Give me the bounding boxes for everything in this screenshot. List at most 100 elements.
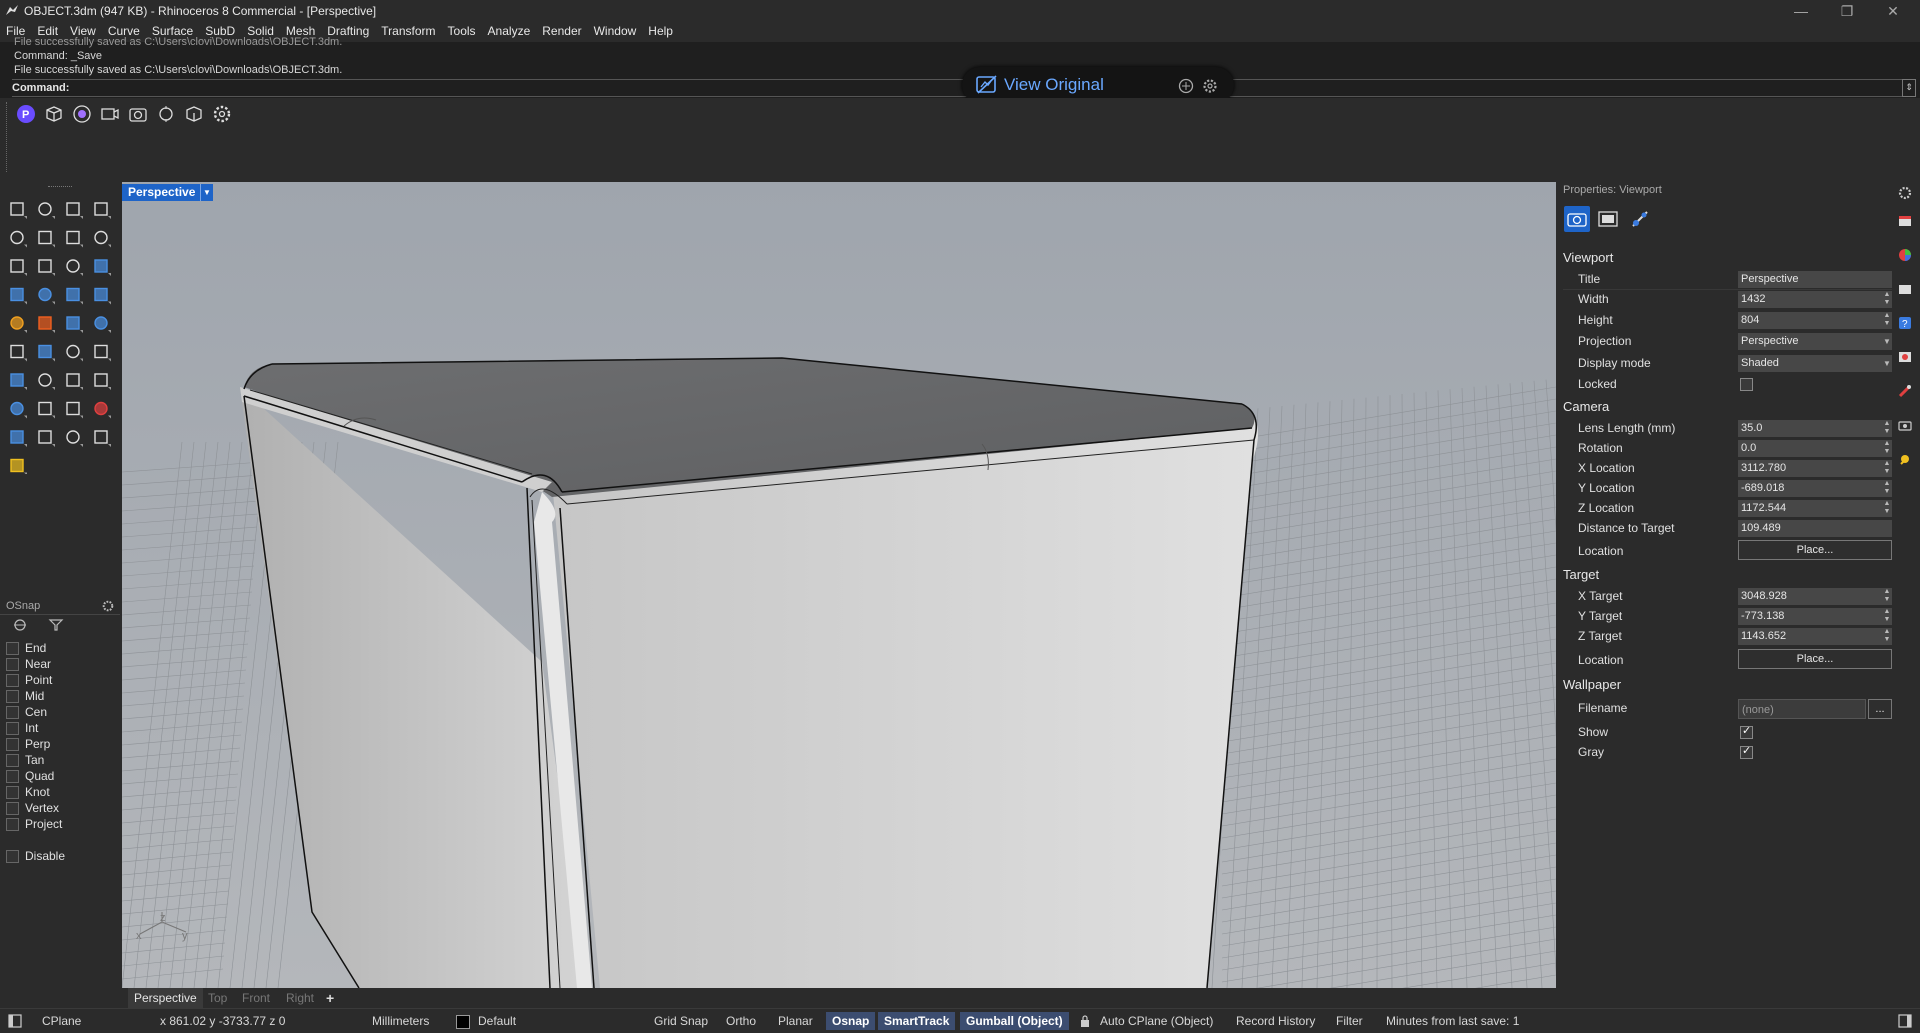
select-arrow-icon[interactable]: [10, 202, 27, 219]
materials-icon[interactable]: [1898, 350, 1912, 364]
spinner-icon[interactable]: ▲ ▼: [1882, 608, 1892, 625]
explode-icon[interactable]: [10, 316, 27, 333]
filter-icon[interactable]: [48, 618, 64, 632]
osnap-checkbox[interactable]: [6, 818, 19, 832]
spinner-icon[interactable]: ▲ ▼: [1882, 291, 1892, 308]
display-mode-select[interactable]: Shaded ▼: [1738, 355, 1892, 372]
properties-tab-icon[interactable]: [1898, 214, 1912, 228]
rotate-icon[interactable]: [94, 344, 111, 362]
osnap-point[interactable]: Point: [6, 673, 52, 689]
smarttrack-toggle[interactable]: SmartTrack: [878, 1012, 956, 1030]
width-field[interactable]: 1432 ▲ ▼: [1738, 291, 1892, 308]
osnap-quad[interactable]: Quad: [6, 769, 54, 785]
cylinder-icon[interactable]: [66, 287, 83, 305]
offset-icon[interactable]: [94, 259, 111, 276]
gear-icon[interactable]: [1898, 186, 1912, 200]
toolbox-grip[interactable]: [48, 186, 72, 187]
group-icon[interactable]: [38, 344, 55, 362]
menu-render[interactable]: Render: [536, 22, 587, 40]
text-icon[interactable]: [10, 373, 27, 390]
panel-toggle-icon[interactable]: [8, 1014, 22, 1028]
screenshot-icon[interactable]: [128, 104, 148, 124]
surface-icon[interactable]: [10, 430, 27, 447]
planar-toggle[interactable]: Planar: [778, 1013, 813, 1029]
settings-icon[interactable]: [212, 104, 232, 124]
ellipse-icon[interactable]: [38, 230, 55, 248]
spinner-icon[interactable]: ▲ ▼: [1882, 480, 1892, 497]
osnap-disable[interactable]: Disable: [6, 849, 65, 865]
dimension-icon[interactable]: [38, 401, 55, 419]
move-icon[interactable]: [66, 344, 83, 362]
gear-icon[interactable]: [1202, 78, 1218, 94]
menu-analyze[interactable]: Analyze: [482, 22, 537, 40]
camera-record-icon[interactable]: [100, 104, 120, 124]
array-icon[interactable]: [66, 373, 83, 390]
osnap-checkbox[interactable]: [6, 850, 19, 864]
osnap-checkbox[interactable]: [6, 722, 19, 736]
osnap-near[interactable]: Near: [6, 657, 51, 673]
blend-icon[interactable]: [66, 259, 83, 276]
units-label[interactable]: Millimeters: [372, 1013, 429, 1029]
layer-label[interactable]: Default: [478, 1013, 516, 1029]
check-icon[interactable]: [66, 430, 83, 447]
restore-button[interactable]: ❐: [1824, 0, 1870, 22]
cplane-label[interactable]: CPlane: [42, 1013, 81, 1029]
toolbar-grip[interactable]: [6, 102, 9, 172]
menu-window[interactable]: Window: [588, 22, 643, 40]
perspective-viewport[interactable]: z x y Perspective ▼: [122, 182, 1556, 988]
y-location-field[interactable]: -689.018 ▲ ▼: [1738, 480, 1892, 497]
camera-icon[interactable]: [1898, 418, 1912, 432]
z-target-field[interactable]: 1143.652 ▲ ▼: [1738, 628, 1892, 645]
osnap-perp[interactable]: Perp: [6, 737, 50, 753]
ortho-toggle[interactable]: Ortho: [726, 1013, 756, 1029]
display-icon[interactable]: [1598, 210, 1618, 228]
menu-help[interactable]: Help: [642, 22, 679, 40]
viewport-title-tab[interactable]: Perspective: [122, 184, 202, 201]
osnap-checkbox[interactable]: [6, 786, 19, 800]
osnap-checkbox[interactable]: [6, 642, 19, 656]
target-icon[interactable]: [72, 104, 92, 124]
lighting-icon[interactable]: [38, 430, 55, 447]
osnap-end[interactable]: End: [6, 641, 46, 657]
tab-right[interactable]: Right: [286, 990, 314, 1006]
layers-icon[interactable]: [1898, 282, 1912, 296]
layer-tool-icon[interactable]: [10, 458, 27, 475]
osnap-checkbox[interactable]: [6, 754, 19, 768]
panel-toggle-icon[interactable]: [1898, 1014, 1912, 1028]
sun-icon[interactable]: [156, 104, 176, 124]
tab-perspective[interactable]: Perspective: [128, 988, 203, 1010]
locked-checkbox[interactable]: [1740, 378, 1753, 391]
osnap-toggle[interactable]: Osnap: [826, 1012, 876, 1030]
rectangle-icon[interactable]: [94, 230, 111, 248]
p-plugin-icon[interactable]: P: [16, 104, 36, 124]
box-solid-icon[interactable]: [10, 287, 27, 305]
lens-length-field[interactable]: 35.0 ▲ ▼: [1738, 420, 1892, 437]
title-field[interactable]: Perspective: [1738, 271, 1892, 288]
y-target-field[interactable]: -773.138 ▲ ▼: [1738, 608, 1892, 625]
chevron-down-icon[interactable]: ▼: [200, 184, 213, 201]
circle-icon[interactable]: [10, 230, 27, 248]
spinner-icon[interactable]: ▲ ▼: [1882, 500, 1892, 517]
osnap-mid[interactable]: Mid: [6, 689, 44, 705]
tab-front[interactable]: Front: [242, 990, 270, 1006]
brush-icon[interactable]: [1898, 384, 1912, 398]
trim-icon[interactable]: [66, 316, 83, 333]
point-icon[interactable]: [38, 202, 55, 219]
menu-transform[interactable]: Transform: [375, 22, 441, 40]
rotation-field[interactable]: 0.0 ▲ ▼: [1738, 440, 1892, 457]
projection-select[interactable]: Perspective ▼: [1738, 333, 1892, 350]
show-checkbox[interactable]: [1740, 724, 1753, 739]
osnap-checkbox[interactable]: [6, 770, 19, 784]
curve-icon[interactable]: [94, 202, 111, 219]
osnap-checkbox[interactable]: [6, 802, 19, 816]
sphere-icon[interactable]: [38, 287, 55, 305]
spinner-icon[interactable]: ▲ ▼: [1882, 440, 1892, 457]
gray-checkbox[interactable]: [1740, 744, 1753, 759]
fillet-curve-icon[interactable]: [38, 259, 55, 276]
minimize-button[interactable]: —: [1778, 0, 1824, 22]
spinner-icon[interactable]: ▲ ▼: [1882, 588, 1892, 605]
close-button[interactable]: ✕: [1870, 0, 1916, 22]
osnap-project[interactable]: Project: [6, 817, 62, 833]
help-icon[interactable]: ?: [1898, 316, 1912, 330]
join-icon[interactable]: [10, 344, 27, 362]
